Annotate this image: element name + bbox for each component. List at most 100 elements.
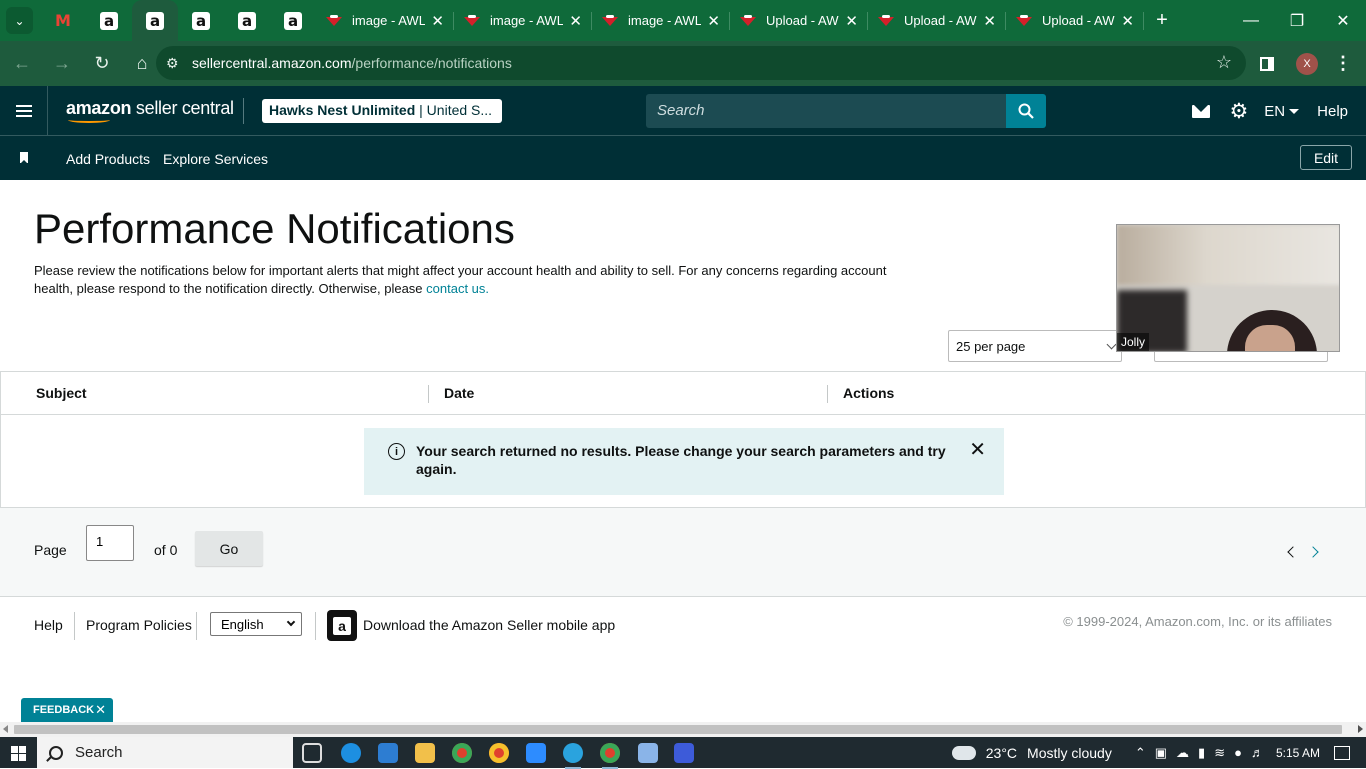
telegram-icon[interactable] — [563, 743, 583, 769]
onedrive-icon[interactable]: ☁ — [1176, 745, 1189, 761]
browser-tab[interactable]: Upload - AW ✕ — [868, 0, 1006, 41]
chrome-active-icon[interactable] — [600, 743, 620, 769]
profile-avatar[interactable]: X — [1296, 52, 1318, 75]
minimize-icon[interactable]: — — [1228, 0, 1274, 41]
editor-icon[interactable] — [674, 743, 694, 763]
wifi-icon[interactable]: ≋ — [1214, 745, 1225, 761]
scroll-right-arrow-icon[interactable] — [1358, 725, 1363, 733]
page-number-input[interactable]: 1 — [86, 525, 134, 561]
scrollbar-thumb[interactable] — [14, 725, 1342, 734]
per-page-select[interactable]: 25 per page — [948, 330, 1122, 362]
nav-explore-services[interactable]: Explore Services — [163, 151, 268, 167]
next-page-icon[interactable] — [1307, 546, 1319, 558]
language-selector[interactable]: EN — [1264, 103, 1300, 120]
help-link[interactable]: Help — [1317, 103, 1348, 120]
file-explorer-icon[interactable] — [415, 743, 435, 763]
horizontal-scrollbar[interactable] — [0, 722, 1366, 737]
search-input[interactable]: Search — [646, 94, 1006, 128]
reload-icon[interactable]: ↻ — [84, 46, 120, 82]
close-feedback-icon[interactable]: ✕ — [95, 702, 106, 718]
store-icon[interactable] — [378, 743, 398, 763]
close-tab-icon[interactable]: ✕ — [569, 12, 582, 30]
temperature[interactable]: 23°C — [986, 745, 1017, 761]
bookmark-star-icon[interactable]: ☆ — [1216, 52, 1232, 73]
amazon-favicon-icon: a — [146, 11, 164, 30]
footer-help-link[interactable]: Help — [34, 617, 63, 633]
program-policies-link[interactable]: Program Policies — [86, 617, 192, 633]
notification-icon[interactable] — [1334, 745, 1350, 760]
speaker-icon[interactable]: ♬ — [1251, 745, 1264, 760]
previous-page-icon[interactable] — [1287, 546, 1299, 558]
pinned-tab-amazon[interactable]: a — [270, 0, 316, 41]
chevron-up-icon[interactable]: ⌃ — [1135, 745, 1146, 761]
pinned-tab-gmail[interactable] — [40, 0, 86, 41]
meet-icon[interactable]: ▣ — [1155, 745, 1167, 761]
forward-arrow-icon[interactable]: → — [44, 46, 80, 82]
feedback-button[interactable]: FEEDBACK ✕ — [21, 698, 113, 722]
notepad-icon[interactable] — [638, 743, 658, 763]
home-icon[interactable]: ⌂ — [124, 46, 160, 82]
url-text: sellercentral.amazon.com/performance/not… — [192, 55, 512, 71]
windows-start-icon[interactable] — [11, 746, 26, 761]
column-date[interactable]: Date — [444, 385, 474, 401]
column-subject[interactable]: Subject — [36, 385, 87, 401]
new-tab-button[interactable]: + — [1144, 0, 1180, 41]
zoom-icon[interactable] — [526, 743, 546, 763]
site-info-icon[interactable]: ⚙ — [166, 55, 188, 72]
scroll-left-arrow-icon[interactable] — [3, 725, 8, 733]
restore-icon[interactable]: ❐ — [1274, 0, 1320, 41]
page-label: Page — [34, 542, 67, 558]
feedback-label: FEEDBACK — [33, 704, 95, 716]
pinned-tab-amazon-active[interactable]: a — [132, 0, 178, 41]
bookmark-icon[interactable] — [20, 152, 28, 164]
close-window-icon[interactable]: ✕ — [1320, 0, 1366, 41]
amazon-seller-central-logo[interactable]: amazon seller central — [66, 98, 234, 123]
weather-icon[interactable] — [948, 739, 976, 760]
browser-tab[interactable]: image - AWL ✕ — [592, 0, 730, 41]
tab-search-chevron-icon[interactable]: ⌄ — [6, 7, 33, 34]
contact-us-link[interactable]: contact us. — [426, 281, 489, 296]
back-arrow-icon[interactable]: ← — [4, 46, 40, 82]
chevron-down-icon — [286, 617, 296, 627]
url-host: sellercentral.amazon.com — [192, 55, 352, 71]
seller-app-icon[interactable]: a — [327, 610, 357, 641]
side-panel-icon[interactable] — [1260, 56, 1274, 71]
footer-language-select[interactable]: English — [210, 612, 302, 636]
account-switcher[interactable]: Hawks Nest Unlimited | United S... — [262, 99, 502, 123]
pinned-tab-amazon[interactable]: a — [224, 0, 270, 41]
pinned-tab-amazon[interactable]: a — [86, 0, 132, 41]
close-tab-icon[interactable]: ✕ — [983, 12, 996, 30]
battery-icon[interactable]: ▮ — [1198, 745, 1205, 761]
weather-text[interactable]: Mostly cloudy — [1027, 745, 1112, 761]
chrome-icon[interactable] — [452, 743, 472, 763]
taskbar-search[interactable]: Search — [37, 737, 293, 768]
browser-tab[interactable]: Upload - AW ✕ — [1006, 0, 1144, 41]
browser-tab[interactable]: Upload - AW ✕ — [730, 0, 868, 41]
browser-menu-icon[interactable]: ⋮ — [1334, 53, 1352, 74]
go-button[interactable]: Go — [195, 531, 263, 566]
close-tab-icon[interactable]: ✕ — [707, 12, 720, 30]
pinned-tab-amazon[interactable]: a — [178, 0, 224, 41]
browser-tab[interactable]: image - AWL ✕ — [454, 0, 592, 41]
video-call-overlay[interactable]: Jolly — [1116, 224, 1340, 352]
browser-tab[interactable]: image - AWL ✕ — [316, 0, 454, 41]
microphone-icon[interactable]: ● — [1234, 745, 1242, 760]
download-app-link[interactable]: Download the Amazon Seller mobile app — [363, 617, 615, 633]
nav-add-products[interactable]: Add Products — [66, 151, 150, 167]
search-button[interactable] — [1006, 94, 1046, 128]
close-tab-icon[interactable]: ✕ — [1121, 12, 1134, 30]
edge-icon[interactable] — [341, 743, 361, 763]
hamburger-menu-icon[interactable] — [0, 86, 48, 136]
tab-title: image - AWL — [628, 13, 702, 28]
close-icon[interactable]: ✕ — [969, 440, 986, 460]
clock[interactable]: 5:15 AM — [1276, 746, 1320, 760]
address-bar[interactable]: ⚙ sellercentral.amazon.com/performance/n… — [156, 46, 1246, 80]
edit-nav-button[interactable]: Edit — [1300, 145, 1352, 170]
gear-icon[interactable]: ⚙ — [1229, 101, 1248, 122]
chrome-profile-icon[interactable] — [489, 743, 509, 763]
taskbar-search-label: Search — [75, 744, 123, 761]
close-tab-icon[interactable]: ✕ — [431, 12, 444, 30]
close-tab-icon[interactable]: ✕ — [845, 12, 858, 30]
mail-icon[interactable] — [1192, 104, 1211, 118]
task-view-icon[interactable] — [302, 743, 322, 763]
